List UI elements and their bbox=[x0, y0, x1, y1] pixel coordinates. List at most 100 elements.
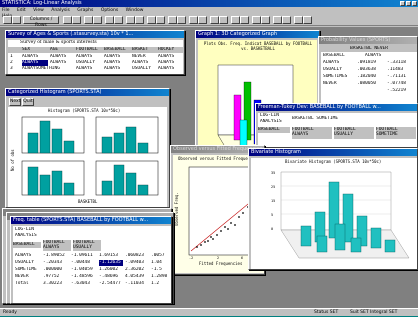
toolbar-open-button[interactable] bbox=[3, 16, 12, 24]
table-cell[interactable]: .080050 bbox=[357, 81, 385, 87]
toolbar-button-13[interactable] bbox=[168, 16, 177, 24]
toolbar-button-24[interactable] bbox=[282, 16, 291, 24]
table-cell[interactable]: -.11034 bbox=[125, 281, 149, 287]
table-cell[interactable]: -1.48596 bbox=[71, 274, 97, 280]
table-cell[interactable]: .97752 bbox=[43, 274, 69, 280]
table-cell[interactable]: 3.30223 bbox=[43, 281, 69, 287]
toolbar-button-10[interactable] bbox=[135, 16, 144, 24]
toolbar-button-19[interactable] bbox=[231, 16, 240, 24]
survey-col-1[interactable]: SEX bbox=[22, 47, 46, 53]
survey-col-4[interactable]: BASEBALL bbox=[104, 47, 130, 53]
toolbar: Columns / Rows bbox=[0, 15, 418, 28]
table-cell[interactable]: 2.36202 bbox=[125, 267, 149, 273]
menu-analysis[interactable]: Analysis bbox=[51, 8, 70, 13]
toolbar-button-8[interactable] bbox=[114, 16, 123, 24]
table-cell[interactable]: ALWAYS bbox=[158, 66, 182, 72]
columns-rows-button[interactable]: Columns / Rows bbox=[23, 16, 59, 28]
toolbar-button-22[interactable] bbox=[261, 16, 270, 24]
table-cell[interactable]: .003638 bbox=[357, 67, 385, 73]
toolbar-save-button[interactable] bbox=[12, 16, 21, 24]
toolbar-button-26[interactable] bbox=[303, 16, 312, 24]
table-cell[interactable]: -.09403 bbox=[125, 260, 149, 266]
tukey-col-header[interactable]: FOOTBALL USUALLY bbox=[334, 127, 374, 139]
toolbar-button-5[interactable] bbox=[84, 16, 93, 24]
table-cell[interactable]: ALWAYSOMETHING bbox=[22, 66, 74, 72]
minimize-button[interactable] bbox=[400, 1, 405, 6]
table-cell[interactable]: -1.5 bbox=[151, 267, 171, 273]
freq-col-header[interactable]: FOOTBALL ALWAYS bbox=[43, 240, 71, 251]
toolbar-button-16[interactable] bbox=[198, 16, 207, 24]
maximize-button[interactable] bbox=[406, 1, 411, 6]
table-cell[interactable]: .0057 bbox=[151, 253, 171, 259]
tukey-col-header[interactable]: FOOTBALL SOMETIME bbox=[376, 127, 416, 139]
table-cell[interactable]: 1.04 bbox=[151, 260, 171, 266]
table-cell[interactable]: 1.26002 bbox=[99, 267, 123, 273]
table-cell[interactable]: ALWAYS bbox=[104, 66, 130, 72]
table-cell[interactable]: .182040 bbox=[357, 74, 385, 80]
survey-col-5[interactable]: BASKET bbox=[132, 47, 156, 53]
toolbar-button-7[interactable] bbox=[105, 16, 114, 24]
menu-view[interactable]: View bbox=[33, 8, 44, 13]
toolbar-button-3[interactable] bbox=[63, 16, 72, 24]
menu-options[interactable]: Options bbox=[101, 8, 118, 13]
menu-file[interactable]: File bbox=[2, 8, 10, 13]
basket-window[interactable]: Probability Values (SPORTS) BASKETBL NEV… bbox=[318, 36, 418, 104]
tukey-tab-analysis[interactable]: ANALYSIS bbox=[260, 119, 290, 125]
menu-edit[interactable]: Edit bbox=[17, 8, 26, 13]
table-cell[interactable]: -.52219 bbox=[387, 88, 415, 94]
toolbar-button-21[interactable] bbox=[252, 16, 261, 24]
table-cell[interactable]: .060823 bbox=[125, 253, 149, 259]
table-cell[interactable]: USUALLY bbox=[132, 66, 156, 72]
toolbar-button-17[interactable] bbox=[210, 16, 219, 24]
menu-graphs[interactable]: Graphs bbox=[77, 8, 93, 13]
table-cell[interactable]: -.07748 bbox=[387, 81, 415, 87]
toolbar-button-18[interactable] bbox=[219, 16, 228, 24]
table-cell[interactable]: -.48696 bbox=[99, 274, 123, 280]
survey-window[interactable]: Survey of Ages & Sports (.stasurvey.sta)… bbox=[5, 30, 185, 75]
table-cell[interactable]: 1.2 bbox=[151, 281, 171, 287]
toolbar-button-4[interactable] bbox=[72, 16, 81, 24]
freq-col-header[interactable]: BASEBALL bbox=[13, 242, 41, 248]
table-cell[interactable]: -1.04059 bbox=[71, 267, 97, 273]
toolbar-button-23[interactable] bbox=[273, 16, 282, 24]
table-cell[interactable]: .091819 bbox=[357, 60, 385, 66]
table-cell[interactable]: -1.09611 bbox=[71, 253, 97, 259]
toolbar-button-12[interactable] bbox=[156, 16, 165, 24]
table-cell-selected[interactable]: -1.12635 bbox=[99, 260, 123, 266]
freq-col-header[interactable]: FOOTBALL USUALLY bbox=[73, 240, 101, 251]
table-cell[interactable]: -.71131 bbox=[387, 74, 415, 80]
table-cell[interactable]: -1.89052 bbox=[43, 253, 69, 259]
table-cell[interactable]: -.20343 bbox=[43, 260, 69, 266]
toolbar-button-25[interactable] bbox=[294, 16, 303, 24]
table-cell[interactable]: ALWAYS bbox=[76, 66, 102, 72]
toolbar-button-20[interactable] bbox=[240, 16, 249, 24]
table-cell[interactable]: .000000 bbox=[43, 267, 69, 273]
tukey-window[interactable]: Freeman-Tukey Dev: BASEBALL by FOOTBALL … bbox=[255, 103, 418, 148]
table-cell[interactable]: -2.54477 bbox=[99, 281, 123, 287]
survey-col-6[interactable]: HOCKEY bbox=[158, 47, 182, 53]
table-cell[interactable]: 1.2898 bbox=[151, 274, 171, 280]
table-cell[interactable]: .11483 bbox=[387, 67, 415, 73]
tukey-col-header[interactable]: FOOTBALL ALWAYS bbox=[292, 127, 332, 139]
freq-window[interactable]: Freq. table (SPORTS.STA) BASEBALL by FOO… bbox=[10, 216, 172, 304]
freq-tab-analysis[interactable]: ANALYSIS bbox=[15, 233, 47, 239]
table-cell[interactable]: -.00448 bbox=[71, 260, 97, 266]
hist3d-window[interactable]: Bivariate Histogram Bivariate Histogram … bbox=[248, 148, 418, 270]
survey-col-3[interactable]: FOOTBALL bbox=[76, 47, 102, 53]
table-cell[interactable]: 4.05439 bbox=[125, 274, 149, 280]
next-button[interactable]: Next bbox=[9, 98, 21, 106]
toolbar-button-15[interactable] bbox=[189, 16, 198, 24]
histogram-window[interactable]: Categorized Histogram (SPORTS.STA) Next … bbox=[5, 88, 170, 208]
toolbar-button-9[interactable] bbox=[126, 16, 135, 24]
table-cell[interactable]: -.33118 bbox=[387, 60, 415, 66]
close-button[interactable] bbox=[412, 1, 417, 6]
quit-button[interactable]: Quit bbox=[22, 98, 34, 106]
tukey-col-header[interactable]: BASEBALL bbox=[258, 127, 290, 133]
table-cell[interactable]: 1.69153 bbox=[99, 253, 123, 259]
toolbar-button-11[interactable] bbox=[147, 16, 156, 24]
toolbar-button-6[interactable] bbox=[93, 16, 102, 24]
survey-col-2[interactable]: AGE bbox=[50, 47, 74, 53]
toolbar-button-14[interactable] bbox=[177, 16, 186, 24]
menu-window[interactable]: Window bbox=[126, 8, 144, 13]
table-cell[interactable]: -.63043 bbox=[71, 281, 97, 287]
